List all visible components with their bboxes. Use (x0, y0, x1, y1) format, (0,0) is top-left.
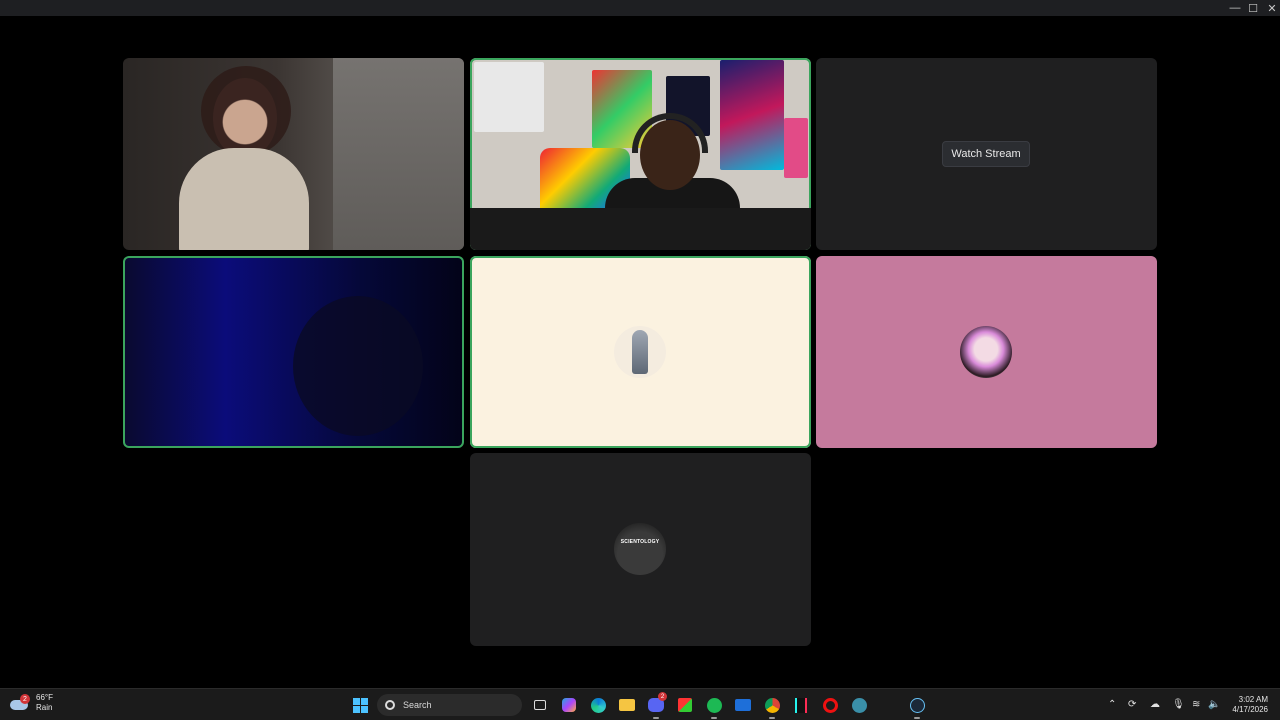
close-button[interactable]: ✕ (1262, 0, 1280, 16)
notification-badge: 2 (20, 694, 30, 704)
participant-tile-7[interactable]: SCIENTOLOGY (470, 453, 811, 646)
poster (784, 118, 808, 178)
windows-logo-icon (352, 697, 368, 713)
poster (474, 62, 544, 132)
store-icon[interactable] (674, 694, 696, 716)
mail-icon[interactable] (732, 694, 754, 716)
call-stage: Watch Stream SCIENTOLOGY (0, 16, 1280, 688)
title-bar: — ☐ ✕ (0, 0, 1280, 16)
participant-tile-1[interactable] (123, 58, 464, 250)
watch-stream-button[interactable]: Watch Stream (942, 141, 1030, 167)
wifi-icon[interactable]: ≋ (1192, 699, 1200, 710)
video-feed-face (213, 78, 277, 158)
onedrive-icon[interactable]: ☁ (1150, 699, 1160, 710)
participant-tile-6[interactable] (816, 256, 1157, 448)
search-label: Search (403, 700, 432, 710)
discord-badge: 2 (658, 692, 667, 701)
clock-date: 4/17/2026 (1232, 705, 1268, 714)
microphone-icon[interactable]: 🎙 (1172, 699, 1185, 710)
participant-tile-3[interactable]: Watch Stream (816, 58, 1157, 250)
globe-app-icon[interactable] (848, 694, 870, 716)
running-indicator (711, 717, 717, 719)
running-indicator (769, 717, 775, 719)
video-background (333, 58, 464, 250)
avatar (960, 326, 1012, 378)
weather-widget[interactable]: 2 66°F Rain (10, 693, 53, 713)
clock-time: 3:02 AM (1238, 695, 1268, 704)
taskbar-search[interactable]: Search (377, 694, 522, 716)
weather-condition: Rain (36, 703, 53, 712)
participant-tile-2[interactable] (470, 58, 811, 250)
tiktok-icon[interactable] (790, 694, 812, 716)
participant-tile-4[interactable] (123, 256, 464, 448)
file-explorer-icon[interactable] (616, 694, 638, 716)
steam-icon[interactable] (906, 694, 928, 719)
weather-temp: 66°F (36, 693, 53, 702)
avatar (614, 326, 666, 378)
chrome-icon[interactable] (761, 694, 783, 719)
clock[interactable]: 3:02 AM 4/17/2026 (1222, 695, 1268, 715)
chevron-up-icon[interactable]: ⌃ (1108, 699, 1116, 710)
avatar: SCIENTOLOGY (614, 523, 666, 575)
video-feed-silhouette (293, 296, 423, 436)
start-button[interactable] (349, 694, 371, 716)
maximize-button[interactable]: ☐ (1243, 0, 1263, 16)
rain-cloud-icon: 2 (10, 694, 30, 712)
taskbar: 2 66°F Rain Search 2 ⌃ ⟳ ☁ 🎙 ≋ 🔈 3:02 AM… (0, 688, 1280, 720)
statue-icon (632, 330, 648, 374)
poster (720, 60, 784, 170)
running-indicator (653, 717, 659, 719)
spotify-icon[interactable] (703, 694, 725, 719)
task-view-icon[interactable] (529, 694, 551, 716)
search-icon (385, 700, 395, 710)
opera-icon[interactable] (819, 694, 841, 716)
participant-tile-5[interactable] (470, 256, 811, 448)
edge-icon[interactable] (587, 694, 609, 716)
copilot-icon[interactable] (558, 694, 580, 716)
discord-icon[interactable]: 2 (645, 692, 667, 719)
running-indicator (914, 717, 920, 719)
video-feed-body (179, 148, 309, 250)
minimize-button[interactable]: — (1225, 0, 1245, 16)
volume-icon[interactable]: 🔈 (1208, 699, 1220, 710)
avatar-text: SCIENTOLOGY (620, 539, 660, 545)
sync-icon[interactable]: ⟳ (1128, 699, 1136, 710)
desk (470, 208, 811, 250)
